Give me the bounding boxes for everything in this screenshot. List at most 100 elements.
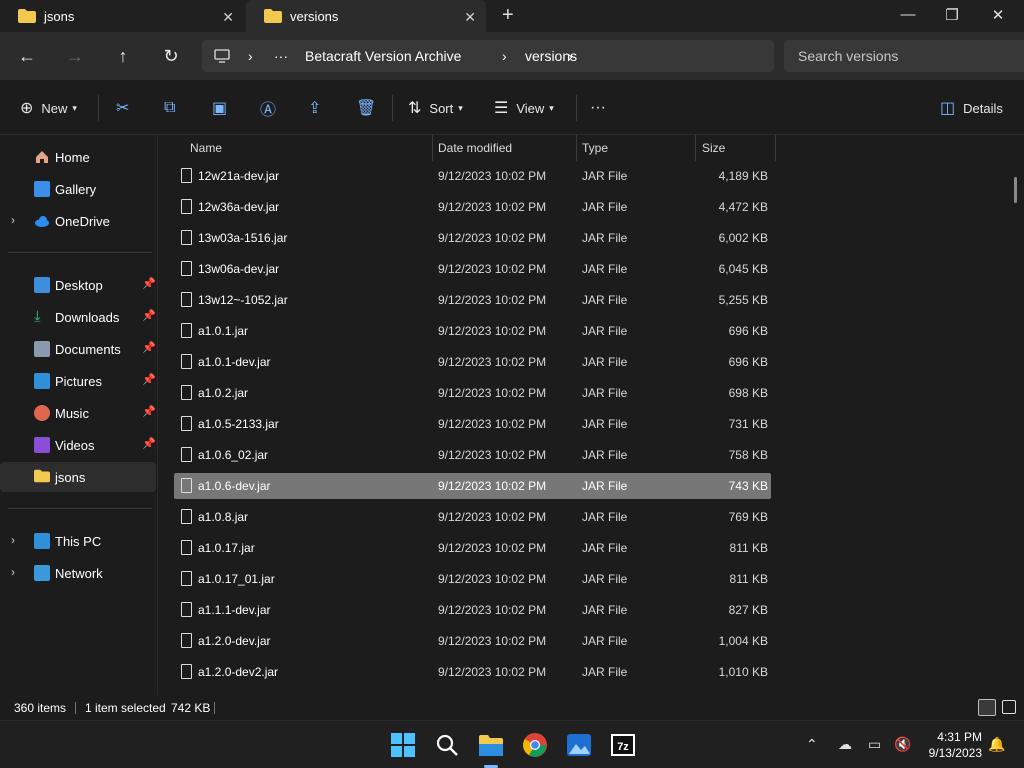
pin-icon[interactable]: 📌 [142, 341, 156, 354]
videos-icon [34, 437, 50, 453]
chevron-right-icon[interactable]: › [11, 565, 15, 579]
more-options-button[interactable]: ··· [590, 98, 606, 118]
column-header-name[interactable]: Name [190, 135, 222, 161]
sort-button[interactable]: ⇅ Sort ▾ [408, 98, 463, 118]
table-row[interactable]: 13w12~-1052.jar 9/12/2023 10:02 PM JAR Fil… [174, 287, 771, 313]
pin-icon[interactable]: 📌 [142, 373, 156, 386]
chevron-right-icon[interactable]: › [11, 213, 15, 227]
chevron-up-icon[interactable]: ⌃ [806, 736, 818, 753]
sidebar-item-downloads[interactable]: ⤓ Downloads 📌 [0, 302, 156, 332]
table-row[interactable]: 12w36a-dev.jar 9/12/2023 10:02 PM JAR File… [174, 194, 771, 220]
close-tab-icon[interactable]: ✕ [222, 9, 234, 26]
selection-size: 742 KB [171, 701, 211, 715]
sidebar-item-pictures[interactable]: Pictures 📌 [0, 366, 156, 396]
sidebar-item-home[interactable]: Home [0, 142, 156, 172]
sidebar-item-this-pc[interactable]: › This PC [0, 526, 156, 556]
sidebar-item-desktop[interactable]: Desktop 📌 [0, 270, 156, 300]
column-separator[interactable] [576, 135, 577, 161]
share-button[interactable]: ⇪ [308, 98, 321, 118]
column-header-type[interactable]: Type [582, 135, 608, 161]
home-icon [34, 149, 50, 165]
details-view-icon[interactable] [978, 699, 996, 716]
cut-button[interactable]: ✂ [116, 98, 129, 118]
clock[interactable]: 4:31 PM 9/13/2023 [918, 729, 982, 761]
details-pane-button[interactable]: ◫ Details [940, 98, 1003, 118]
windows-start-icon[interactable] [390, 732, 416, 758]
table-row[interactable]: a1.0.17_01.jar 9/12/2023 10:02 PM JAR File… [174, 566, 771, 592]
file-size: 4,189 KB [718, 169, 768, 183]
table-row[interactable]: a1.0.8.jar 9/12/2023 10:02 PM JAR File 769 … [174, 504, 771, 530]
address-bar[interactable]: › ··· Betacraft Version Archive › versio… [202, 40, 774, 72]
forward-arrow-icon[interactable]: → [63, 44, 87, 68]
selection-count: 1 item selected [85, 701, 166, 715]
sidebar-item-onedrive[interactable]: › OneDrive [0, 206, 156, 236]
clock-time: 4:31 PM [937, 730, 982, 744]
tiles-view-icon[interactable] [1002, 700, 1016, 714]
tab-versions[interactable]: versions ✕ [246, 0, 486, 32]
chevron-right-icon[interactable]: › [11, 533, 15, 547]
breadcrumb-overflow[interactable]: ··· [274, 48, 288, 64]
table-row[interactable]: a1.1.1-dev.jar 9/12/2023 10:02 PM JAR File… [174, 597, 771, 623]
search-input[interactable]: Search versions [784, 40, 1024, 72]
paste-button[interactable]: ▣ [212, 98, 227, 118]
command-bar: ⊕ New ▾ ✂ ⧉ ▣ Ⓐ ⇪ 🗑 ⇅ Sort ▾ ☰ View ▾ ··… [0, 80, 1024, 135]
sidebar-item-gallery[interactable]: Gallery [0, 174, 156, 204]
refresh-icon[interactable]: ↻ [159, 44, 183, 68]
column-separator[interactable] [695, 135, 696, 161]
table-row[interactable]: 13w03a-1516.jar 9/12/2023 10:02 PM JAR Fil… [174, 225, 771, 251]
table-row[interactable]: a1.2.0-dev2.jar 9/12/2023 10:02 PM JAR Fil… [174, 659, 771, 685]
speaker-muted-icon[interactable]: 🔇 [894, 736, 911, 753]
column-separator[interactable] [775, 135, 776, 161]
folder-icon [34, 469, 50, 485]
sidebar-item-videos[interactable]: Videos 📌 [0, 430, 156, 460]
file-name: 12w36a-dev.jar [198, 200, 280, 214]
column-separator[interactable] [432, 135, 433, 161]
copy-button[interactable]: ⧉ [164, 98, 175, 118]
close-tab-icon[interactable]: ✕ [464, 9, 476, 26]
column-header-size[interactable]: Size [702, 135, 725, 161]
table-row[interactable]: a1.0.2.jar 9/12/2023 10:02 PM JAR File 698 … [174, 380, 771, 406]
view-button[interactable]: ☰ View ▾ [494, 98, 554, 118]
close-window-button[interactable]: ✕ [988, 6, 1008, 24]
up-arrow-icon[interactable]: ↑ [111, 44, 135, 68]
minimize-button[interactable]: — [898, 6, 918, 23]
scrollbar-thumb[interactable] [1014, 177, 1017, 203]
rename-button[interactable]: Ⓐ [260, 98, 276, 119]
pin-icon[interactable]: 📌 [142, 309, 156, 322]
file-icon [181, 602, 192, 617]
new-button[interactable]: ⊕ New ▾ [20, 98, 77, 118]
new-tab-button[interactable]: + [502, 4, 514, 27]
table-row[interactable]: a1.0.5-2133.jar 9/12/2023 10:02 PM JAR Fil… [174, 411, 771, 437]
file-explorer-icon[interactable] [478, 732, 504, 758]
table-row[interactable]: 13w06a-dev.jar 9/12/2023 10:02 PM JAR File… [174, 256, 771, 282]
back-arrow-icon[interactable]: ← [15, 44, 39, 68]
sidebar-item-documents[interactable]: Documents 📌 [0, 334, 156, 364]
folder-icon [264, 9, 282, 23]
7zip-icon[interactable]: 7z [610, 732, 636, 758]
column-header-date[interactable]: Date modified [438, 135, 512, 161]
pin-icon[interactable]: 📌 [142, 437, 156, 450]
notification-bell-icon[interactable]: 🔔 [988, 736, 1005, 753]
file-type: JAR File [582, 386, 628, 400]
search-icon[interactable] [434, 732, 460, 758]
table-row[interactable]: a1.0.1-dev.jar 9/12/2023 10:02 PM JAR File… [174, 349, 771, 375]
table-row[interactable]: a1.0.6_02.jar 9/12/2023 10:02 PM JAR File 7… [174, 442, 771, 468]
table-row[interactable]: a1.0.1.jar 9/12/2023 10:02 PM JAR File 696 … [174, 318, 771, 344]
onedrive-tray-icon[interactable]: ☁ [838, 736, 852, 753]
table-row[interactable]: 12w21a-dev.jar 9/12/2023 10:02 PM JAR File… [174, 163, 771, 189]
breadcrumb-betacraft[interactable]: Betacraft Version Archive [305, 48, 461, 64]
sidebar-item-network[interactable]: › Network [0, 558, 156, 588]
table-row[interactable]: a1.0.17.jar 9/12/2023 10:02 PM JAR File 811… [174, 535, 771, 561]
tab-jsons[interactable]: jsons ✕ [0, 0, 244, 32]
pin-icon[interactable]: 📌 [142, 277, 156, 290]
display-icon[interactable]: ▭ [868, 736, 881, 753]
photos-icon[interactable] [566, 732, 592, 758]
maximize-button[interactable]: ❐ [942, 6, 962, 24]
sidebar-item-jsons[interactable]: jsons [0, 462, 156, 492]
table-row[interactable]: a1.0.6-dev.jar 9/12/2023 10:02 PM JAR File… [174, 473, 771, 499]
table-row[interactable]: a1.2.0-dev.jar 9/12/2023 10:02 PM JAR File… [174, 628, 771, 654]
chrome-icon[interactable] [522, 732, 548, 758]
delete-button[interactable]: 🗑 [356, 98, 376, 118]
sidebar-item-music[interactable]: Music 📌 [0, 398, 156, 428]
pin-icon[interactable]: 📌 [142, 405, 156, 418]
